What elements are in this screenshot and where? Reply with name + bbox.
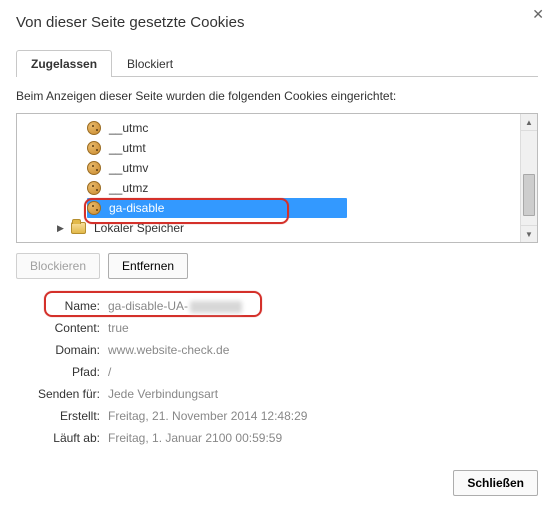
dialog-title: Von dieser Seite gesetzte Cookies (16, 14, 538, 31)
chevron-right-icon[interactable]: ▶ (57, 223, 67, 234)
cookie-icon (87, 141, 101, 155)
cookie-item[interactable]: __utmv (17, 158, 537, 178)
label-content: Content: (20, 321, 108, 335)
folder-icon (71, 222, 86, 234)
cookie-item[interactable]: __utmt (17, 138, 537, 158)
remove-button[interactable]: Entfernen (108, 253, 188, 279)
tab-allowed[interactable]: Zugelassen (16, 50, 112, 77)
scroll-up-icon[interactable]: ▲ (521, 114, 537, 131)
tab-blocked[interactable]: Blockiert (112, 50, 188, 77)
cookie-item-selected[interactable]: ga-disable (87, 198, 347, 218)
cookie-item[interactable]: __utmz (17, 178, 537, 198)
value-expires: Freitag, 1. Januar 2100 00:59:59 (108, 431, 282, 445)
cookie-name: __utmz (109, 181, 148, 195)
scroll-down-icon[interactable]: ▼ (521, 225, 537, 242)
cookie-name: __utmt (109, 141, 146, 155)
scroll-thumb[interactable] (523, 174, 535, 216)
cookie-name: __utmc (109, 121, 148, 135)
dialog-footer: Schließen (453, 470, 538, 496)
value-path: / (108, 365, 111, 379)
cookie-name: ga-disable (109, 201, 164, 215)
label-sendfor: Senden für: (20, 387, 108, 401)
label-created: Erstellt: (20, 409, 108, 423)
cookie-icon (87, 201, 101, 215)
intro-text: Beim Anzeigen dieser Seite wurden die fo… (16, 89, 538, 103)
cookie-icon (87, 161, 101, 175)
tab-bar: Zugelassen Blockiert (16, 49, 538, 77)
close-button[interactable]: Schließen (453, 470, 538, 496)
folder-label: Lokaler Speicher (94, 221, 184, 235)
value-name: ga-disable-UA- (108, 299, 242, 313)
label-domain: Domain: (20, 343, 108, 357)
cookie-item[interactable]: __utmc (17, 118, 537, 138)
value-domain: www.website-check.de (108, 343, 229, 357)
label-expires: Läuft ab: (20, 431, 108, 445)
value-sendfor: Jede Verbindungsart (108, 387, 218, 401)
label-path: Pfad: (20, 365, 108, 379)
cookie-details: Name: ga-disable-UA- Content: true Domai… (20, 295, 538, 449)
redacted-blur (190, 301, 242, 313)
cookie-icon (87, 181, 101, 195)
block-button: Blockieren (16, 253, 100, 279)
close-icon[interactable]: ✕ (532, 6, 544, 23)
cookie-tree[interactable]: __utmc __utmt __utmv __utmz ga-disable ▶ (16, 113, 538, 243)
scrollbar[interactable]: ▲ ▼ (520, 114, 537, 242)
action-buttons: Blockieren Entfernen (16, 253, 538, 279)
value-content: true (108, 321, 129, 335)
cookie-dialog: ✕ Von dieser Seite gesetzte Cookies Zuge… (0, 0, 554, 465)
label-name: Name: (20, 299, 108, 313)
folder-item[interactable]: ▶ Lokaler Speicher (17, 218, 537, 238)
value-created: Freitag, 21. November 2014 12:48:29 (108, 409, 307, 423)
cookie-name: __utmv (109, 161, 148, 175)
cookie-icon (87, 121, 101, 135)
